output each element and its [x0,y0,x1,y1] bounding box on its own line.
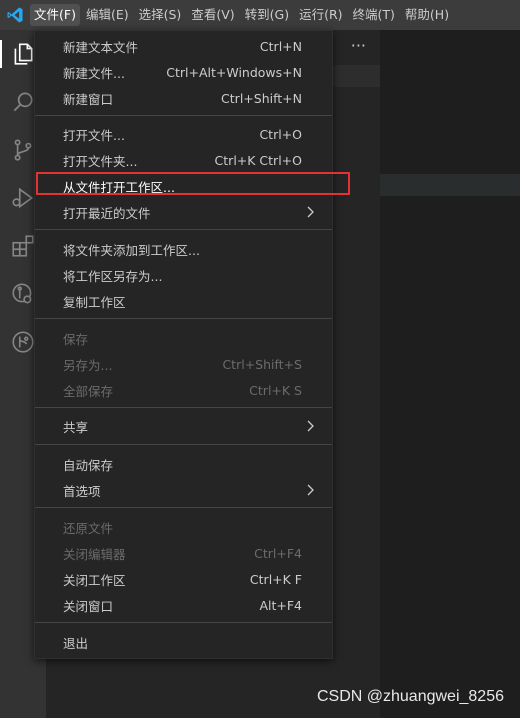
menu-item-shortcut: Ctrl+Shift+N [221,90,302,106]
menu-auto-save[interactable]: 自动保存 [35,451,332,477]
menu-revert-file[interactable]: 还原文件 [35,514,332,540]
menu-item-label: 全部保存 [63,383,114,399]
menu-terminal[interactable]: 终端(T) [349,4,399,26]
menu-run[interactable]: 运行(R) [295,4,346,26]
menu-item-label: 从文件打开工作区... [63,179,175,195]
menu-close-workspace[interactable]: 关闭工作区 Ctrl+K F [35,566,332,592]
menu-open-workspace-from-file[interactable]: 从文件打开工作区... [35,173,332,199]
menu-item-label: 保存 [63,331,89,347]
menu-item-label: 将工作区另存为... [63,268,163,284]
menu-item-label: 打开文件... [63,127,125,143]
menu-new-text-file[interactable]: 新建文本文件 Ctrl+N [35,33,332,59]
menu-item-label: 打开最近的文件 [63,205,151,221]
menu-item-shortcut: Ctrl+K Ctrl+O [214,152,302,168]
menu-item-label: 共享 [63,419,89,435]
menu-item-shortcut: Ctrl+N [259,38,302,54]
menu-add-folder-to-workspace[interactable]: 将文件夹添加到工作区... [35,236,332,262]
watermark: CSDN @zhuangwei_8256 [316,688,504,705]
menu-item-shortcut: Ctrl+K S [249,382,302,398]
menu-share[interactable]: 共享 [35,413,332,439]
menu-item-label: 另存为... [63,357,113,373]
editor-area [380,30,520,718]
menu-item-label: 复制工作区 [63,294,126,310]
menu-separator [35,507,332,508]
menu-preferences[interactable]: 首选项 [35,477,332,503]
menu-item-shortcut: Ctrl+Alt+Windows+N [166,64,302,80]
menu-item-label: 新建文件... [63,65,125,81]
menu-item-label: 还原文件 [63,520,114,536]
menu-help[interactable]: 帮助(H) [401,4,453,26]
menu-file[interactable]: 文件(F) [30,4,80,26]
menu-open-file[interactable]: 打开文件... Ctrl+O [35,121,332,147]
menu-selection[interactable]: 选择(S) [135,4,186,26]
menu-item-label: 自动保存 [63,457,114,473]
menu-separator [35,115,332,116]
menu-separator [35,444,332,445]
menu-item-label: 新建窗口 [63,91,114,107]
menu-item-shortcut: Ctrl+F4 [254,545,302,561]
menu-open-recent[interactable]: 打开最近的文件 [35,199,332,225]
menu-close-window[interactable]: 关闭窗口 Alt+F4 [35,592,332,618]
menu-edit[interactable]: 编辑(E) [82,4,133,26]
menu-separator [35,229,332,230]
menu-bar: 文件(F) 编辑(E) 选择(S) 查看(V) 转到(G) 运行(R) 终端(T… [0,0,520,30]
menu-item-label: 关闭工作区 [63,572,126,588]
menu-item-label: 打开文件夹... [63,153,138,169]
menu-item-label: 首选项 [63,483,101,499]
vscode-logo-icon [0,0,30,30]
menu-item-label: 关闭编辑器 [63,546,126,562]
menu-go[interactable]: 转到(G) [241,4,293,26]
menu-view[interactable]: 查看(V) [187,4,238,26]
menu-save-all[interactable]: 全部保存 Ctrl+K S [35,377,332,403]
file-menu: 新建文本文件 Ctrl+N 新建文件... Ctrl+Alt+Windows+N… [34,30,333,659]
menu-separator [35,407,332,408]
menu-open-folder[interactable]: 打开文件夹... Ctrl+K Ctrl+O [35,147,332,173]
menu-item-label: 关闭窗口 [63,598,114,614]
menu-item-shortcut: Ctrl+O [259,126,302,142]
chevron-right-icon [307,206,314,218]
menu-item-label: 将文件夹添加到工作区... [63,242,200,258]
menu-item-shortcut: Ctrl+Shift+S [222,356,302,372]
menu-exit[interactable]: 退出 [35,629,332,655]
menu-save-workspace-as[interactable]: 将工作区另存为... [35,262,332,288]
menu-item-shortcut: Ctrl+K F [249,571,302,587]
chevron-right-icon [307,484,314,496]
editor-hover-band [380,174,520,196]
chevron-right-icon [307,420,314,432]
menu-item-shortcut: Alt+F4 [259,597,302,613]
menu-close-editor[interactable]: 关闭编辑器 Ctrl+F4 [35,540,332,566]
more-actions-button[interactable]: ··· [351,36,366,55]
menu-item-label: 新建文本文件 [63,39,139,55]
menu-separator [35,318,332,319]
menu-item-label: 退出 [63,635,89,651]
menu-save-as[interactable]: 另存为... Ctrl+Shift+S [35,351,332,377]
menu-new-window[interactable]: 新建窗口 Ctrl+Shift+N [35,85,332,111]
menu-new-file[interactable]: 新建文件... Ctrl+Alt+Windows+N [35,59,332,85]
menu-separator [35,622,332,623]
menu-save[interactable]: 保存 [35,325,332,351]
menu-duplicate-workspace[interactable]: 复制工作区 [35,288,332,314]
